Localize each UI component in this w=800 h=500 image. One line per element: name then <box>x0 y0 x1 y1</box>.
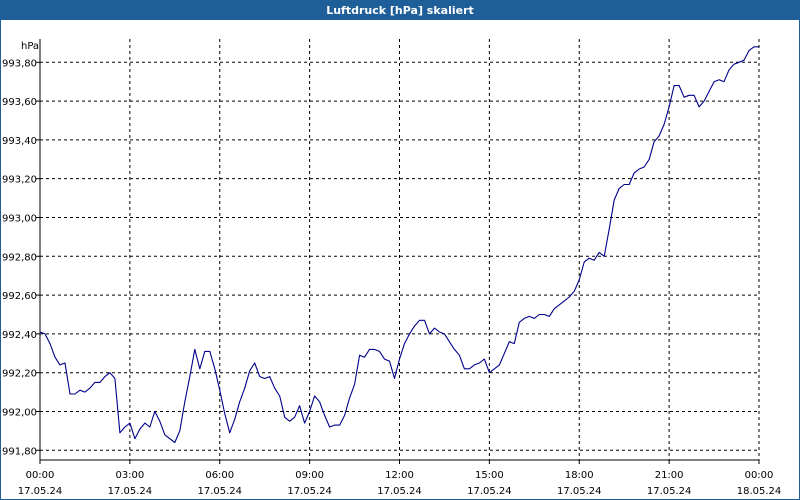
x-tick-time-label: 12:00 <box>385 470 414 481</box>
x-tick-date-label: 17.05.24 <box>467 486 512 497</box>
x-tick-date-label: 17.05.24 <box>18 486 63 497</box>
y-tick-label: 993,20 <box>2 175 37 186</box>
y-tick-labels: 991,80 992,00 992,20 992,40 992,60 992,80 993,… <box>2 58 40 457</box>
x-tick-date-label: 17.05.24 <box>557 486 602 497</box>
x-tick-date-label: 17.05.24 <box>108 486 153 497</box>
x-tick-date-label: 17.05.24 <box>647 486 692 497</box>
x-tick-time-label: 06:00 <box>205 470 234 481</box>
x-tick-time-label: 18:00 <box>565 470 594 481</box>
y-tick-label: 992,40 <box>2 330 37 341</box>
grid-lines <box>40 39 760 460</box>
x-tick-date-label: 17.05.24 <box>287 486 332 497</box>
x-tick-time-label: 09:00 <box>295 470 324 481</box>
y-tick-label: 993,80 <box>2 58 37 69</box>
y-axis-unit-label: hPa <box>21 41 39 52</box>
x-tick-time-label: 00:00 <box>26 470 55 481</box>
y-tick-label: 992,60 <box>2 291 37 302</box>
x-tick-time-label: 21:00 <box>655 470 684 481</box>
x-tick-time-label: 03:00 <box>115 470 144 481</box>
chart-window: Luftdruck [hPa] skaliert 991,80 992,00 992… <box>0 0 800 500</box>
y-tick-label: 992,00 <box>2 407 37 418</box>
y-tick-label: 992,20 <box>2 369 37 380</box>
y-tick-label: 993,00 <box>2 213 37 224</box>
y-tick-label: 993,60 <box>2 97 37 108</box>
y-tick-label: 992,80 <box>2 252 37 263</box>
y-tick-label: 991,80 <box>2 446 37 457</box>
x-tick-time-label: 15:00 <box>475 470 504 481</box>
pressure-chart: 991,80 992,00 992,20 992,40 992,60 992,80 993,… <box>2 39 782 497</box>
x-tick-date-label: 17.05.24 <box>197 486 242 497</box>
x-tick-date-label: 17.05.24 <box>377 486 422 497</box>
x-tick-labels: 00:00 17.05.24 03:00 17.05.24 06:00 17.05.24 0… <box>18 460 782 497</box>
y-tick-label: 993,40 <box>2 136 37 147</box>
x-tick-time-label: 00:00 <box>745 470 774 481</box>
x-tick-date-label: 18.05.24 <box>737 486 782 497</box>
